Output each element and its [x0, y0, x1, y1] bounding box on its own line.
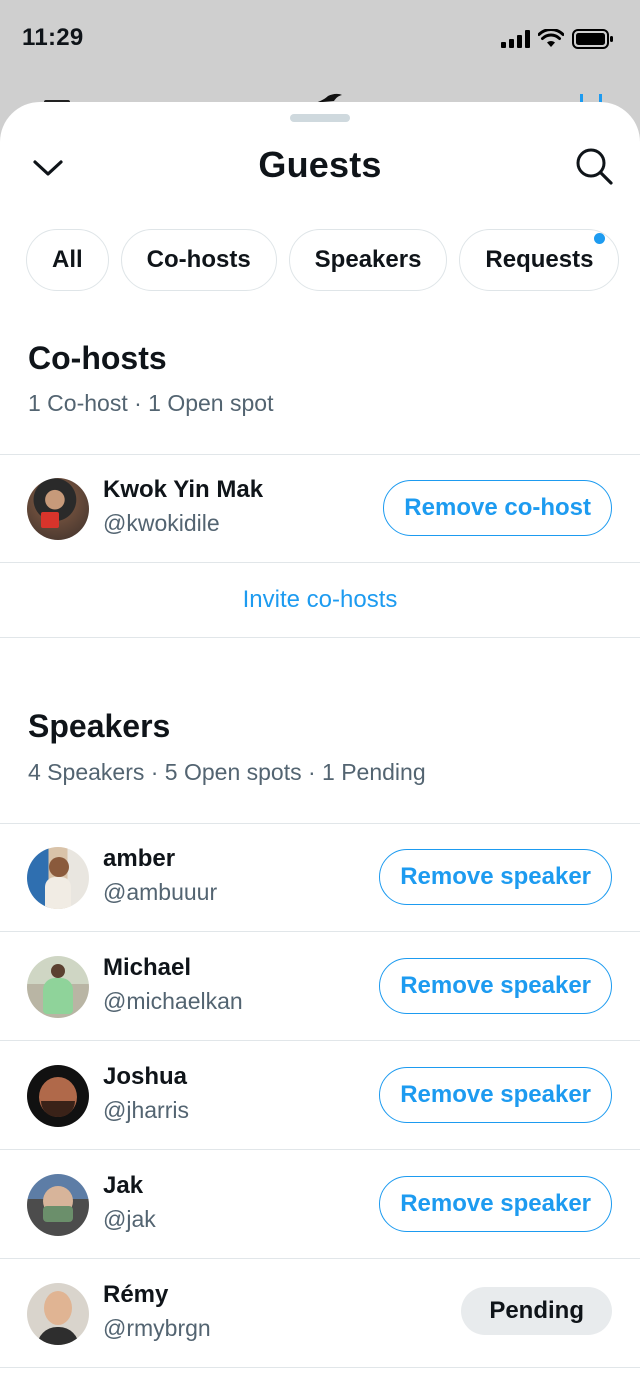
cellular-signal-icon [501, 30, 530, 48]
user-name: amber [103, 845, 176, 872]
invite-cohosts-link[interactable]: Invite co-hosts [0, 586, 640, 614]
speaker-row[interactable]: Michael @michaelkan Remove speaker [0, 932, 640, 1040]
user-handle: @michaelkan [103, 988, 243, 1014]
avatar [27, 847, 89, 909]
user-name: Rémy [103, 1281, 169, 1308]
avatar [27, 956, 89, 1018]
page-title: Guests [258, 144, 382, 185]
status-bar: 11:29 [0, 0, 640, 80]
filter-chips: All Co-hosts Speakers Requests [26, 229, 620, 291]
divider [0, 1367, 640, 1368]
filter-chip-cohosts[interactable]: Co-hosts [120, 229, 277, 291]
remove-speaker-button[interactable]: Remove speaker [379, 1067, 612, 1123]
status-time: 11:29 [22, 24, 84, 51]
speakers-section-title: Speakers [28, 708, 171, 744]
avatar [27, 1174, 89, 1236]
filter-chip-all[interactable]: All [26, 229, 109, 291]
filter-chip-speakers[interactable]: Speakers [288, 229, 448, 291]
user-name: Michael [103, 954, 192, 981]
battery-icon [572, 29, 613, 49]
cohosts-section-title: Co-hosts [28, 340, 167, 376]
remove-speaker-button[interactable]: Remove speaker [379, 1176, 612, 1232]
user-name: Jak [103, 1172, 144, 1199]
avatar [27, 478, 89, 540]
cohost-row[interactable]: Kwok Yin Mak @kwokidile Remove co-host [0, 454, 640, 562]
speaker-row[interactable]: Jak @jak Remove speaker [0, 1150, 640, 1258]
guests-sheet: Guests All Co-hosts Speakers Requests Co… [0, 102, 640, 1386]
divider [0, 637, 640, 638]
user-handle: @jak [103, 1206, 156, 1232]
sheet-header: Guests [0, 130, 640, 202]
speaker-row[interactable]: amber @ambuuur Remove speaker [0, 823, 640, 931]
remove-cohost-button[interactable]: Remove co-host [383, 480, 612, 536]
divider [0, 562, 640, 563]
user-handle: @jharris [103, 1097, 189, 1123]
requests-notification-dot [594, 233, 605, 244]
remove-speaker-button[interactable]: Remove speaker [379, 849, 612, 905]
screen: 11:29 Guests All Co-hosts Speakers Reque… [0, 0, 640, 1386]
wifi-icon [538, 29, 564, 47]
speaker-row[interactable]: Joshua @jharris Remove speaker [0, 1041, 640, 1149]
cohosts-summary: 1 Co-host · 1 Open spot [28, 390, 274, 416]
user-name: Joshua [103, 1063, 188, 1090]
avatar [27, 1283, 89, 1345]
status-icons [501, 28, 614, 50]
user-handle: @rmybrgn [103, 1315, 211, 1341]
user-handle: @kwokidile [103, 510, 220, 536]
remove-speaker-button[interactable]: Remove speaker [379, 958, 612, 1014]
user-name: Kwok Yin Mak [103, 476, 264, 503]
avatar [27, 1065, 89, 1127]
speakers-summary: 4 Speakers · 5 Open spots · 1 Pending [28, 759, 426, 785]
sheet-grabber-handle[interactable] [290, 114, 350, 122]
speaker-row[interactable]: Rémy @rmybrgn Pending [0, 1259, 640, 1367]
pending-status-badge: Pending [461, 1287, 612, 1335]
user-handle: @ambuuur [103, 879, 218, 905]
search-icon[interactable] [574, 146, 614, 186]
